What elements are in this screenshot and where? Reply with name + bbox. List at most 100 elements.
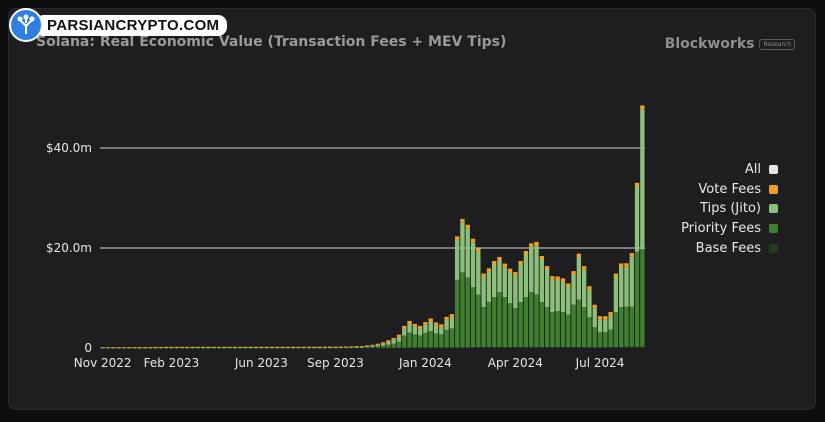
bar-segment [354, 346, 359, 347]
legend-label: Tips (Jito) [700, 201, 761, 217]
bar-segment [195, 346, 201, 348]
bar-segment [354, 347, 359, 348]
bar-segment [513, 308, 518, 348]
bar-segment [359, 346, 365, 348]
bar-segment [111, 347, 116, 349]
legend-swatch [769, 165, 778, 175]
bar-segment [169, 346, 174, 348]
x-tick-label: Jan 2024 [398, 356, 452, 370]
legend-item-all[interactable]: All [681, 160, 778, 180]
bar-segment [338, 346, 343, 348]
bar-segment [534, 245, 539, 295]
bar-segment [365, 346, 370, 348]
bar-segment [402, 325, 407, 329]
bar-segment [232, 347, 238, 349]
bar-segment [380, 347, 386, 349]
bar-segment [179, 347, 185, 349]
bar-segment [343, 347, 349, 348]
y-tick-label: $20.0m [46, 241, 92, 255]
bar-segment [518, 347, 523, 348]
bar-segment [423, 347, 428, 348]
bar-segment [169, 347, 174, 349]
bar-segment [126, 347, 132, 348]
bar-segment [566, 347, 571, 348]
bar-segment [518, 264, 523, 302]
bar-segment [365, 345, 370, 347]
bar-segment [571, 347, 576, 348]
bar-segment [386, 340, 391, 342]
bar-segment [581, 307, 587, 348]
bar-segment [259, 347, 264, 349]
x-tick-label: Sep 2023 [307, 356, 364, 370]
bar-segment [370, 344, 375, 346]
bar-segment [375, 347, 380, 349]
bar-segment [280, 347, 285, 349]
bar-segment [449, 317, 455, 329]
bar-segment [629, 306, 634, 347]
bar-segment [550, 347, 555, 348]
bar-segment [486, 268, 492, 272]
bar-segment [153, 347, 158, 349]
bar-segment [502, 297, 507, 348]
bar-segment [253, 346, 259, 348]
legend-item-priority-fees[interactable]: Priority Fees [681, 219, 778, 239]
bar-segment [518, 302, 523, 347]
bar-segment [248, 346, 253, 348]
bar-segment [492, 261, 497, 265]
bar-segment [396, 341, 402, 348]
bar-segment [105, 347, 111, 349]
bar-segment [539, 259, 544, 302]
bar-segment [592, 308, 597, 328]
legend-item-tips[interactable]: Tips (Jito) [681, 199, 778, 219]
bar-segment [370, 345, 375, 347]
bar-segment [142, 347, 148, 349]
bar-segment [613, 312, 619, 347]
bar-segment [433, 322, 439, 326]
bar-segment [211, 347, 216, 349]
bar-segment [391, 337, 396, 340]
bar-segment [100, 347, 105, 348]
bar-segment [195, 347, 201, 349]
bar-segment [190, 346, 195, 348]
legend-item-vote-fees[interactable]: Vote Fees [681, 180, 778, 200]
bar-segment [640, 105, 645, 110]
bar-segment [365, 347, 370, 348]
bar-segment [396, 334, 402, 337]
bar-segment [285, 347, 291, 349]
x-tick-label: Jul 2024 [575, 356, 625, 370]
bar-segment [317, 346, 322, 348]
bar-segment [603, 319, 608, 333]
bar-segment [417, 328, 423, 336]
bar-segment [454, 347, 460, 348]
bar-segment [439, 324, 444, 328]
bar-segment [407, 332, 412, 348]
bar-segment [380, 342, 386, 344]
bar-segment [634, 182, 640, 187]
legend-item-base-fees[interactable]: Base Fees [681, 238, 778, 258]
bar-segment [264, 347, 269, 349]
bar-segment [380, 343, 386, 346]
bar-segment [460, 347, 465, 348]
bar-segment [423, 324, 428, 333]
bar-segment [375, 346, 380, 348]
bar-segment [555, 280, 560, 311]
bar-segment [386, 341, 391, 345]
bar-segment [312, 346, 317, 348]
bar-segment [322, 346, 328, 348]
bar-segment [216, 346, 222, 348]
y-tick-label: 0 [84, 341, 92, 355]
bar-segment [391, 343, 396, 348]
bar-segment [312, 347, 317, 349]
bar-segment [227, 347, 232, 349]
bar-segment [629, 256, 634, 307]
bar-segment [396, 347, 402, 349]
bar-segment [476, 248, 481, 253]
bar-segment [613, 277, 619, 312]
bar-segment [486, 271, 492, 302]
bar-segment [412, 334, 417, 348]
bar-segment [433, 347, 439, 348]
bar-segment [428, 318, 433, 322]
bar-segment [507, 272, 513, 304]
bar-segment [550, 312, 555, 348]
bar-segment [317, 347, 322, 349]
